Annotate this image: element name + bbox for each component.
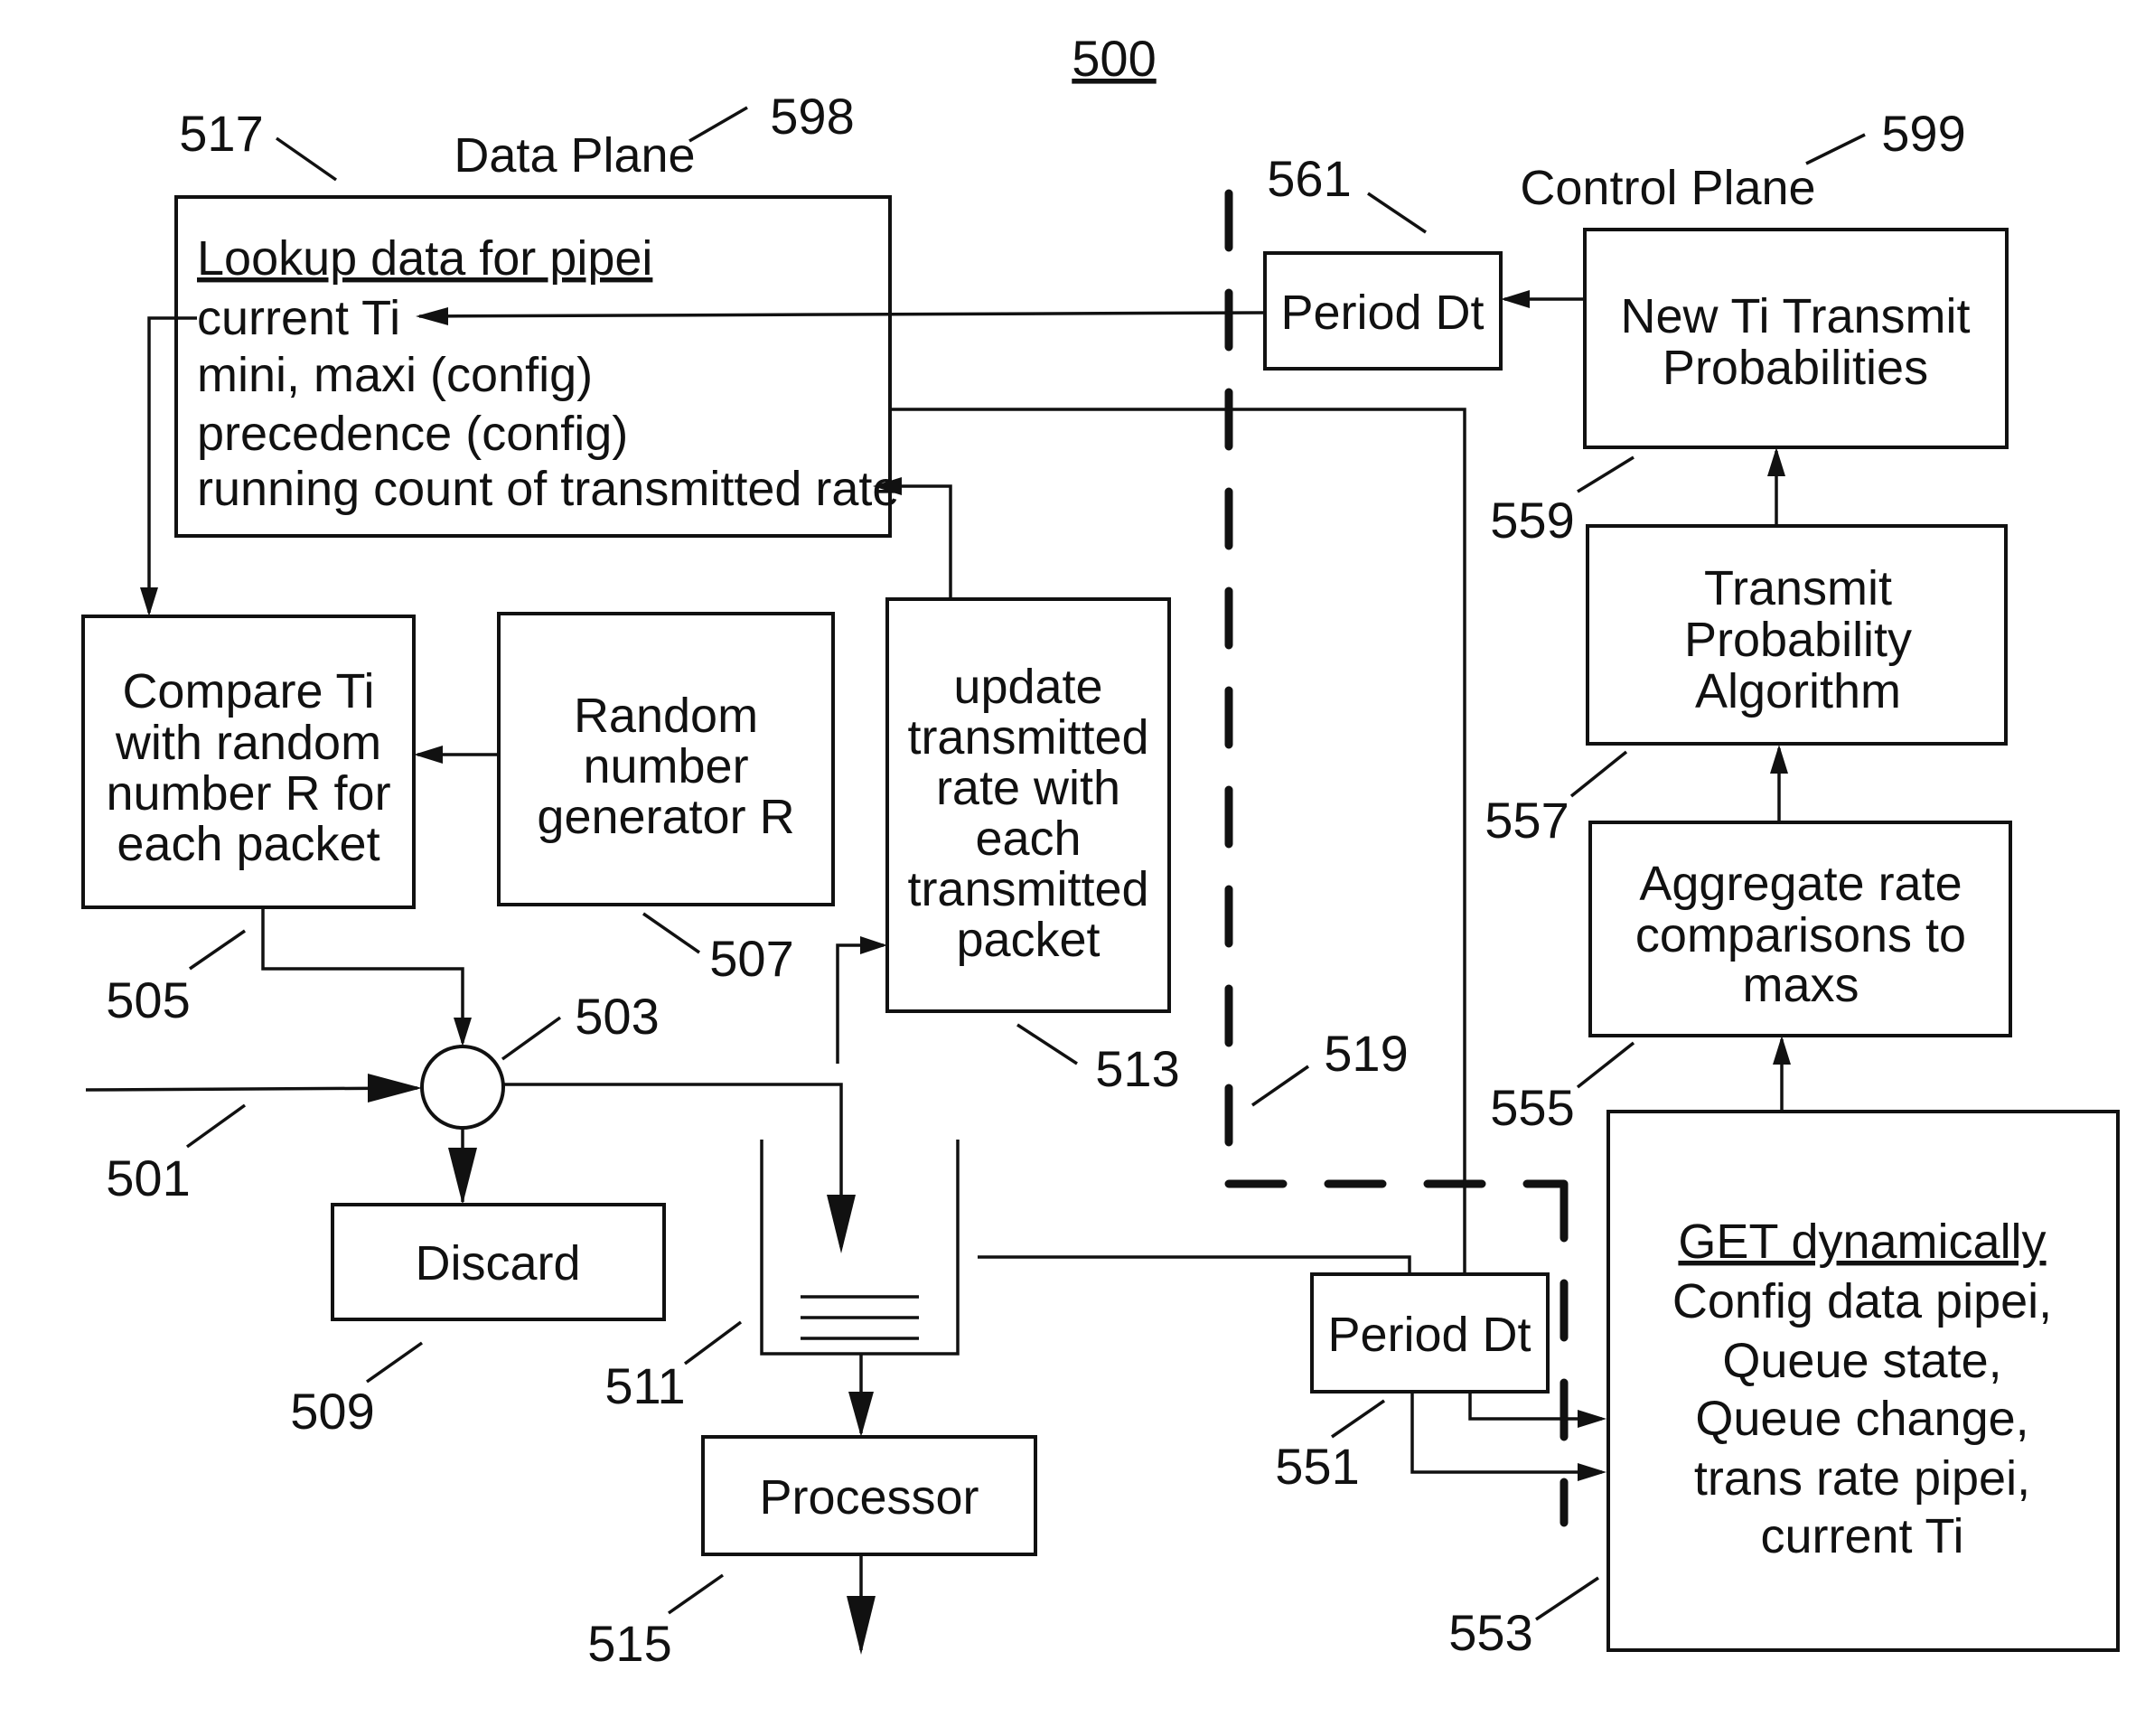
aggregate-box: Aggregate rate comparisons to maxs [1588, 821, 2012, 1037]
period-dt-top-box: Period Dt [1263, 251, 1503, 371]
random-line: generator R [537, 790, 794, 844]
discard-leader [365, 1341, 424, 1384]
update-line: each [975, 812, 1081, 866]
update-line: transmitted [907, 862, 1148, 916]
get-line: current Ti [1760, 1509, 1963, 1563]
lookup-line: mini, maxi (config) [197, 348, 593, 402]
update-line: packet [956, 913, 1100, 967]
compare-leader [189, 929, 246, 971]
get-leader [1535, 1576, 1599, 1621]
period-dt-bottom-box: Period Dt [1310, 1272, 1550, 1393]
lookup-line: precedence (config) [197, 407, 628, 461]
lookup-line: current Ti [197, 291, 400, 345]
random-line: Random [574, 689, 758, 743]
new-ti-ref: 559 [1490, 492, 1574, 549]
queue-leader [683, 1320, 743, 1365]
processor-output-arrow [847, 1554, 876, 1655]
new-ti-line: New Ti Transmit [1620, 289, 1970, 343]
aggregate-line: Aggregate rate [1639, 857, 1962, 911]
processor-ref: 515 [587, 1615, 671, 1672]
queue-to-period-line [978, 1255, 1411, 1274]
lookup-line: running count of transmitted rate [197, 462, 899, 516]
algorithm-line: Transmit [1704, 561, 1892, 615]
update-ref: 513 [1095, 1040, 1179, 1097]
random-to-compare-arrow [414, 746, 499, 764]
queue-to-processor [848, 1354, 874, 1437]
compare-ref: 505 [106, 971, 190, 1028]
new-ti-line: Probabilities [1663, 341, 1928, 395]
aggregate-line: comparisons to [1635, 908, 1966, 962]
get-dynamically-box: GET dynamically Config data pipei, Queue… [1606, 1110, 2120, 1652]
random-line: number [583, 739, 748, 793]
compare-to-junction [261, 907, 472, 1046]
update-leader [1016, 1023, 1078, 1065]
get-line: trans rate pipei, [1694, 1451, 2030, 1506]
update-line: update [953, 660, 1102, 714]
new-ti-leader [1577, 455, 1635, 493]
algorithm-box: Transmit Probability Algorithm [1586, 524, 2008, 746]
update-rate-box: update transmitted rate with each transm… [885, 597, 1171, 1013]
figure-number: 500 [1072, 30, 1156, 87]
random-generator-box: Random number generator R [497, 612, 835, 906]
algorithm-ref: 557 [1485, 792, 1569, 849]
algorithm-line: Probability [1684, 613, 1912, 667]
compare-line: number R for [106, 766, 390, 821]
random-leader [642, 912, 700, 954]
period-top-label: Period Dt [1280, 286, 1484, 340]
control-plane-ref: 599 [1881, 105, 1965, 162]
processor-box: Processor [701, 1435, 1037, 1556]
control-plane-leader [1805, 133, 1866, 165]
compare-line: with random [115, 716, 381, 770]
boundary-leader [1251, 1065, 1309, 1107]
aggregate-leader [1576, 1041, 1635, 1089]
data-plane-ref: 598 [770, 88, 854, 145]
queue-ref: 511 [604, 1357, 685, 1414]
junction-to-discard [448, 1128, 477, 1205]
algorithm-line: Algorithm [1695, 664, 1901, 718]
period-bottom-leader [1331, 1399, 1385, 1439]
input-packet-line [85, 1074, 422, 1103]
boundary-ref: 519 [1324, 1025, 1408, 1082]
lookup-title: Lookup data for pipei [197, 231, 652, 286]
get-line: Config data pipei, [1672, 1274, 2052, 1328]
random-ref: 507 [709, 930, 793, 987]
lookup-data-box: Lookup data for pipei current Ti mini, m… [174, 195, 899, 538]
junction-node [420, 1045, 505, 1130]
get-line: Queue change, [1695, 1392, 2028, 1446]
junction-leader [501, 1016, 562, 1061]
period-top-leader [1367, 192, 1427, 234]
discard-box: Discard [331, 1203, 666, 1321]
lookup-leader [275, 136, 338, 182]
algorithm-leader [1569, 750, 1628, 798]
compare-box: Compare Ti with random number R for each… [81, 615, 416, 909]
period-top-ref: 561 [1267, 150, 1351, 207]
get-ref: 553 [1448, 1604, 1532, 1661]
get-title: GET dynamically [1678, 1215, 2046, 1269]
period-bottom-label: Period Dt [1327, 1308, 1531, 1362]
discard-ref: 509 [290, 1383, 374, 1440]
discard-label: Discard [415, 1236, 580, 1290]
aggregate-ref: 555 [1490, 1079, 1574, 1136]
flow-diagram: 500 Data Plane 598 Control Plane 599 519… [81, 30, 2120, 1672]
compare-line: each packet [117, 817, 379, 871]
input-leader [185, 1103, 247, 1149]
lookup-ref: 517 [179, 105, 263, 162]
aggregate-line: maxs [1742, 958, 1859, 1012]
period-bottom-ref: 551 [1275, 1438, 1359, 1495]
get-line: Queue state, [1722, 1334, 2001, 1388]
data-plane-label: Data Plane [454, 128, 695, 183]
packet-queue [760, 1140, 960, 1356]
control-plane-label: Control Plane [1520, 161, 1815, 215]
update-line: rate with [936, 761, 1120, 815]
processor-label: Processor [759, 1470, 979, 1525]
update-line: transmitted [907, 710, 1148, 765]
new-ti-box: New Ti Transmit Probabilities [1583, 228, 2009, 449]
queue-to-update-arrow [836, 936, 887, 1064]
junction-ref: 503 [575, 988, 659, 1045]
compare-line: Compare Ti [122, 664, 374, 718]
processor-leader [667, 1573, 725, 1615]
period-to-get-arrows [1410, 1392, 1606, 1481]
input-ref: 501 [106, 1150, 190, 1206]
data-plane-leader [688, 106, 748, 143]
